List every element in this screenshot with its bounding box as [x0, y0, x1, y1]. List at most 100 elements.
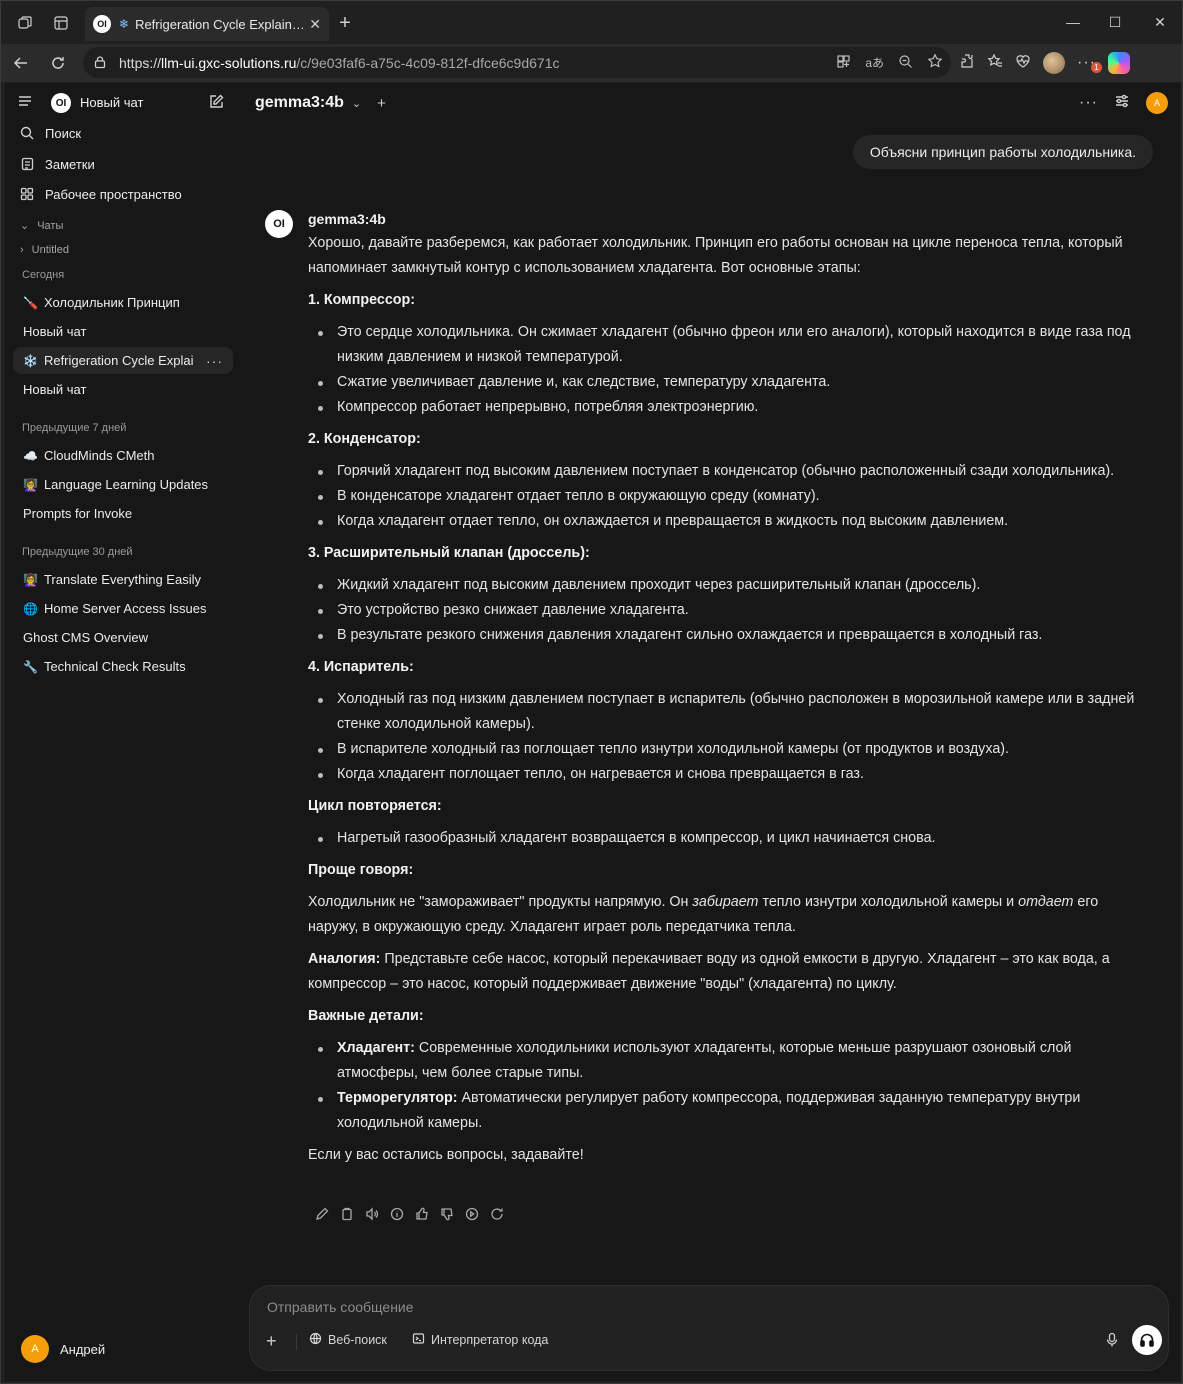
chat-item[interactable]: Ghost CMS Overview — [13, 624, 233, 651]
open-webui-logo[interactable]: OI — [51, 93, 71, 113]
code-interpreter-label: Интерпретатор кода — [431, 1333, 549, 1347]
sidebar-item-label: Поиск — [45, 125, 82, 141]
simpler-paragraph: Холодильник не "замораживает" продукты н… — [308, 890, 1148, 940]
sidebar-item-label: Рабочее пространство — [45, 186, 182, 202]
model-selector[interactable]: gemma3:4b ⌄ + — [255, 94, 386, 112]
sidebar-item-workspace[interactable]: Рабочее пространство — [15, 181, 233, 207]
web-search-toggle[interactable]: Веб-поиск — [309, 1332, 387, 1348]
chat-title: Technical Check Results — [43, 659, 186, 674]
list-item: Компрессор работает непрерывно, потребля… — [318, 395, 1148, 420]
group-label-today: Сегодня — [22, 269, 65, 281]
message-composer[interactable]: Отправить сообщение + Веб-поиск Интерпре… — [249, 1285, 1169, 1371]
address-bar[interactable]: https://llm-ui.gxc-solutions.ru/c/9e03fa… — [83, 47, 951, 78]
sidebar-header: OI Новый чат — [5, 89, 239, 117]
browser-essentials-icon[interactable] — [1015, 53, 1031, 74]
chat-item[interactable]: 🔧 Technical Check Results — [13, 653, 233, 680]
extensions-icon[interactable] — [959, 53, 975, 74]
read-aloud-icon[interactable] — [364, 1206, 380, 1222]
chat-title: Prompts for Invoke — [23, 506, 133, 521]
sidebar-item-notes[interactable]: Заметки — [15, 151, 233, 177]
favorites-icon[interactable] — [987, 53, 1003, 74]
bullet-list: Нагретый газообразный хладагент возвраща… — [308, 826, 1148, 851]
chat-item[interactable]: 🪛 Холодильник Принцип — [13, 289, 233, 316]
more-menu-icon[interactable]: ··· 1 — [1077, 54, 1102, 73]
back-button[interactable] — [6, 48, 36, 78]
folder-chats[interactable]: ⌄ Чаты — [20, 219, 63, 233]
translate-icon[interactable]: aあ — [865, 54, 884, 71]
tab-strip: OI ❄ Refrigeration Cycle Explain… ✕ + — … — [1, 1, 1182, 44]
new-tab-button[interactable]: + — [333, 11, 357, 35]
analogy-paragraph: Аналогия: Представьте себе насос, которы… — [308, 947, 1148, 997]
chat-item-active[interactable]: ❄️ Refrigeration Cycle Explai ··· — [13, 347, 233, 374]
user-menu[interactable]: A Андрей — [21, 1335, 105, 1363]
chat-item[interactable]: ☁️ CloudMinds CMeth — [13, 442, 233, 469]
active-tab[interactable]: OI ❄ Refrigeration Cycle Explain… ✕ — [85, 7, 329, 41]
copy-icon[interactable] — [339, 1206, 355, 1222]
divider — [296, 1334, 297, 1350]
list-item: Когда хладагент отдает тепло, он охлажда… — [318, 509, 1148, 534]
chat-item[interactable]: 👩‍🏫 Language Learning Updates — [13, 471, 233, 498]
profile-avatar[interactable] — [1043, 52, 1065, 74]
bullet-list: Жидкий хладагент под высоким давлением п… — [308, 573, 1148, 648]
bullet-list: Хладагент: Современные холодильники испо… — [308, 1036, 1148, 1136]
chat-emoji: 🌐 — [23, 601, 38, 616]
info-icon[interactable] — [389, 1206, 405, 1222]
close-tab-icon[interactable]: ✕ — [309, 16, 321, 33]
zoom-icon[interactable] — [898, 54, 913, 72]
new-chat-link[interactable]: Новый чат — [80, 95, 143, 110]
message-input[interactable]: Отправить сообщение — [267, 1299, 414, 1315]
favorite-star-icon[interactable] — [927, 53, 943, 72]
user-message: Объясни принцип работы холодильника. — [852, 135, 1153, 169]
chat-main: gemma3:4b ⌄ + ··· A Объясни принцип рабо… — [239, 83, 1180, 1381]
extensions-bar: ··· 1 — [959, 48, 1130, 78]
voice-mode-button[interactable] — [1132, 1325, 1162, 1355]
thumbs-down-icon[interactable] — [439, 1206, 455, 1222]
lock-icon[interactable] — [93, 55, 109, 71]
model-name: gemma3:4b — [255, 94, 344, 111]
more-options-icon[interactable]: ··· — [1079, 94, 1098, 112]
folder-label: Untitled — [31, 244, 69, 256]
chat-item[interactable]: Новый чат — [13, 376, 233, 403]
edit-icon[interactable] — [314, 1206, 330, 1222]
avatar[interactable]: A — [1146, 92, 1168, 114]
section-heading: 3. Расширительный клапан (дроссель): — [308, 545, 590, 561]
add-attachment-button[interactable]: + — [266, 1331, 277, 1352]
chat-item[interactable]: 👩‍🏫 Translate Everything Easily — [13, 566, 233, 593]
copilot-icon[interactable] — [1107, 52, 1130, 74]
menu-icon[interactable] — [17, 93, 35, 111]
folder-untitled[interactable]: › Untitled — [20, 244, 69, 256]
chat-item[interactable]: Новый чат — [13, 318, 233, 345]
chat-title: Ghost CMS Overview — [23, 630, 148, 645]
close-window-button[interactable]: ✕ — [1137, 7, 1183, 37]
minimize-button[interactable]: — — [1050, 7, 1096, 37]
microphone-icon[interactable] — [1105, 1332, 1119, 1353]
chat-emoji: 🔧 — [23, 659, 38, 674]
thumbs-up-icon[interactable] — [414, 1206, 430, 1222]
answer-intro: Хорошо, давайте разберемся, как работает… — [308, 235, 1123, 276]
list-item: В результате резкого снижения давления х… — [318, 623, 1148, 648]
web-search-label: Веб-поиск — [328, 1333, 387, 1347]
regenerate-icon[interactable] — [489, 1206, 505, 1222]
chat-item[interactable]: 🌐 Home Server Access Issues — [13, 595, 233, 622]
code-interpreter-toggle[interactable]: Интерпретатор кода — [412, 1332, 548, 1348]
chevron-down-icon: ⌄ — [20, 220, 30, 232]
continue-icon[interactable] — [464, 1206, 480, 1222]
add-model-icon[interactable]: + — [377, 95, 386, 112]
workspaces-icon[interactable] — [7, 5, 43, 41]
new-chat-edit-icon[interactable] — [208, 93, 226, 111]
vertical-tabs-icon[interactable] — [43, 5, 79, 41]
section-heading: Проще говоря: — [308, 862, 414, 878]
chat-title: Refrigeration Cycle Explai — [43, 353, 194, 368]
header-actions: ··· A — [1079, 92, 1168, 114]
controls-icon[interactable] — [1114, 93, 1130, 114]
chat-item[interactable]: Prompts for Invoke — [13, 500, 233, 527]
sidebar-item-search[interactable]: Поиск — [15, 120, 233, 146]
chevron-right-icon: › — [20, 244, 24, 256]
maximize-button[interactable]: ☐ — [1092, 7, 1138, 37]
globe-icon — [309, 1332, 322, 1348]
section-heading: 1. Компрессор: — [308, 292, 416, 308]
reload-button[interactable] — [43, 48, 73, 78]
chat-options-icon[interactable]: ··· — [206, 353, 223, 369]
app-available-icon[interactable] — [836, 54, 851, 72]
section-heading: 4. Испаритель: — [308, 659, 414, 675]
